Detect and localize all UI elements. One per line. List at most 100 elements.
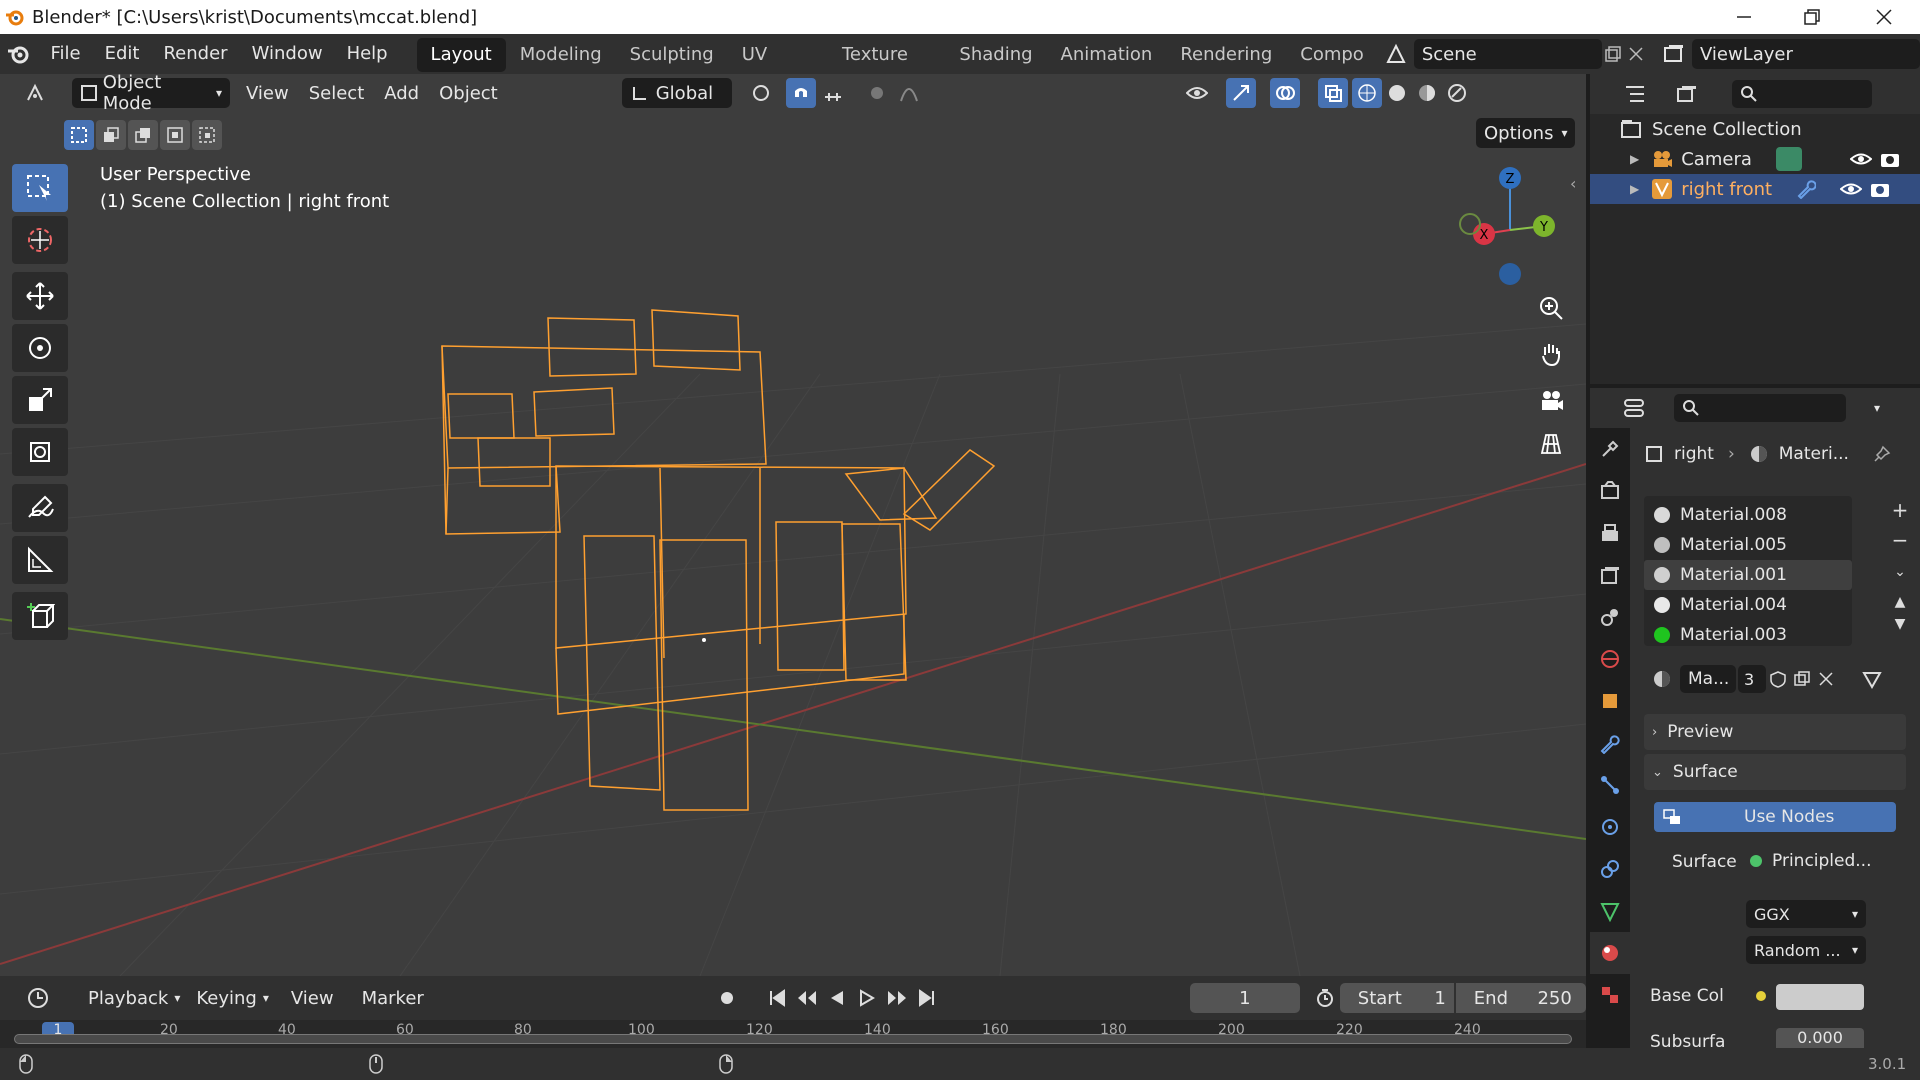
material-slot-row[interactable]: Material.004 <box>1644 590 1852 620</box>
menu-help[interactable]: Help <box>335 34 400 74</box>
timeline-keying-menu[interactable]: Keying ▾ <box>188 983 277 1013</box>
distribution-dropdown[interactable]: GGX ▾ <box>1746 900 1866 928</box>
select-new-icon[interactable] <box>64 120 94 150</box>
snap-icon[interactable] <box>785 78 816 108</box>
play-icon[interactable] <box>852 983 882 1013</box>
subsurface-value-field[interactable]: 0.000 <box>1776 1028 1864 1048</box>
view-layer-selector[interactable]: ViewLayer <box>1662 39 1920 69</box>
timeline-playback-menu[interactable]: Playback ▾ <box>80 983 188 1013</box>
ortho-grid-icon[interactable] <box>1531 424 1571 464</box>
visibility-eye-icon[interactable] <box>1849 151 1872 167</box>
surface-panel-header[interactable]: ⌄ Surface <box>1644 754 1906 790</box>
physics-tab-icon[interactable] <box>1590 806 1630 848</box>
texture-tab-icon[interactable] <box>1590 974 1630 1016</box>
timeline-scrollbar[interactable] <box>14 1034 1572 1044</box>
delete-scene-icon[interactable] <box>1625 39 1648 69</box>
tab-animation[interactable]: Animation <box>1047 38 1167 72</box>
timeline-editor-type-icon[interactable] <box>16 983 60 1013</box>
outliner-row-camera[interactable]: ▶ Camera <box>1590 144 1920 174</box>
browse-material-icon[interactable] <box>1644 664 1680 694</box>
jump-end-icon[interactable] <box>912 983 942 1013</box>
tab-layout[interactable]: Layout <box>416 38 506 72</box>
material-slot-row[interactable]: Material.001 <box>1644 560 1852 590</box>
mode-selector[interactable]: Object Mode ▾ <box>72 74 230 114</box>
remove-slot-icon[interactable]: − <box>1892 528 1909 552</box>
shading-material-icon[interactable] <box>1412 78 1442 108</box>
material-tab-icon[interactable] <box>1590 932 1630 974</box>
select-extend-icon[interactable] <box>96 120 126 150</box>
properties-search-input[interactable] <box>1674 394 1846 422</box>
menu-edit[interactable]: Edit <box>93 34 152 74</box>
restore-button[interactable] <box>1784 0 1840 34</box>
tab-rendering[interactable]: Rendering <box>1166 38 1286 72</box>
visibility-eye-icon[interactable] <box>1840 181 1863 197</box>
duplicate-material-icon[interactable] <box>1790 664 1814 694</box>
zoom-icon[interactable] <box>1531 288 1571 328</box>
display-mode-icon[interactable] <box>1672 79 1702 109</box>
output-tab-icon[interactable] <box>1590 512 1630 554</box>
material-slot-row[interactable]: Material.008 <box>1644 500 1852 530</box>
expand-arrow-icon[interactable]: ▶ <box>1630 182 1639 196</box>
scene-name-field[interactable]: Scene <box>1413 39 1602 69</box>
world-tab-icon[interactable] <box>1590 638 1630 680</box>
proportional-edit-icon[interactable] <box>862 78 892 108</box>
object-tab-icon[interactable] <box>1590 680 1630 722</box>
modifier-tab-icon[interactable] <box>1590 722 1630 764</box>
minimize-button[interactable] <box>1716 0 1772 34</box>
properties-editor-type-icon[interactable] <box>1612 393 1656 423</box>
sidebar-toggle-icon[interactable]: ‹ <box>1570 174 1576 193</box>
add-cube-tool[interactable] <box>12 592 68 640</box>
tab-shading[interactable]: Shading <box>945 38 1046 72</box>
preview-panel-header[interactable]: › Preview <box>1644 714 1906 750</box>
material-slot-row[interactable]: Material.005 <box>1644 530 1852 560</box>
select-subtract-icon[interactable] <box>128 120 158 150</box>
add-slot-icon[interactable]: + <box>1892 498 1909 522</box>
falloff-icon[interactable] <box>894 78 924 108</box>
preview-range-icon[interactable] <box>1310 983 1340 1013</box>
new-scene-icon[interactable] <box>1602 39 1625 69</box>
use-nodes-button[interactable]: Use Nodes <box>1654 802 1896 832</box>
jump-start-icon[interactable] <box>762 983 792 1013</box>
render-tab-icon[interactable] <box>1590 470 1630 512</box>
expand-arrow-icon[interactable]: ▶ <box>1630 152 1639 166</box>
surface-shader-field[interactable]: Principled... <box>1750 846 1872 876</box>
transform-tool[interactable] <box>12 428 68 476</box>
play-reverse-icon[interactable] <box>822 983 852 1013</box>
select-invert-icon[interactable] <box>160 120 190 150</box>
blender-menu-icon[interactable] <box>0 41 39 67</box>
camera-view-icon[interactable] <box>1531 380 1571 420</box>
outliner-editor-type-icon[interactable] <box>1620 79 1650 109</box>
base-color-swatch[interactable] <box>1776 984 1864 1010</box>
menu-window[interactable]: Window <box>240 34 335 74</box>
editor-type-icon[interactable] <box>14 78 58 108</box>
menu-view[interactable]: View <box>238 78 297 108</box>
select-box-tool[interactable] <box>12 164 68 212</box>
select-intersect-icon[interactable] <box>192 120 222 150</box>
slot-specials-icon[interactable]: ⌄ <box>1894 564 1906 580</box>
constraints-tab-icon[interactable] <box>1590 848 1630 890</box>
pan-hand-icon[interactable] <box>1531 334 1571 374</box>
view-layer-tab-icon[interactable] <box>1590 554 1630 596</box>
shading-rendered-icon[interactable] <box>1442 78 1472 108</box>
timeline-view-menu[interactable]: View <box>283 983 342 1013</box>
move-slot-up-icon[interactable]: ▲ <box>1895 594 1906 610</box>
menu-file[interactable]: File <box>39 34 93 74</box>
record-icon[interactable] <box>712 983 742 1013</box>
unlink-material-icon[interactable] <box>1814 664 1838 694</box>
measure-tool[interactable] <box>12 536 68 584</box>
camera-data-icon[interactable] <box>1775 147 1802 171</box>
timeline-ruler[interactable]: 1 20 40 60 80 100 120 140 160 180 200 22… <box>0 1020 1586 1048</box>
xray-toggle-icon[interactable] <box>1317 78 1348 108</box>
shading-solid-icon[interactable] <box>1382 78 1412 108</box>
timeline-marker-menu[interactable]: Marker <box>354 983 432 1013</box>
material-name-field[interactable]: Ma... <box>1680 665 1736 693</box>
view-layer-field[interactable]: ViewLayer <box>1692 39 1920 69</box>
data-tab-icon[interactable] <box>1590 890 1630 932</box>
navigation-gizmo[interactable]: Z Y X <box>1448 164 1568 294</box>
scene-tab-icon[interactable] <box>1590 596 1630 638</box>
scene-selector[interactable]: Scene <box>1384 39 1602 69</box>
particles-tab-icon[interactable] <box>1590 764 1630 806</box>
annotate-tool[interactable] <box>12 484 68 532</box>
link-mode-icon[interactable] <box>1850 664 1894 694</box>
outliner-search-input[interactable] <box>1732 80 1872 108</box>
